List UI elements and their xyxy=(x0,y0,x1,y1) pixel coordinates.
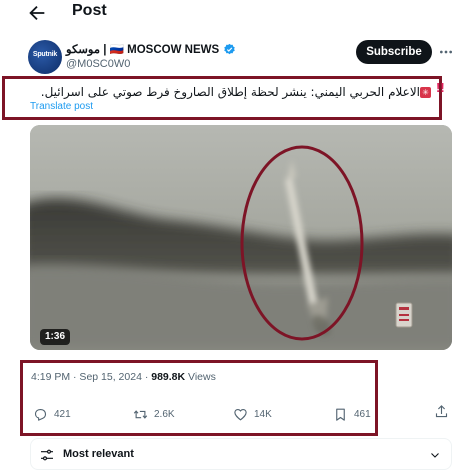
more-options-icon[interactable] xyxy=(438,44,454,60)
bookmark-count: 461 xyxy=(354,409,371,420)
avatar-logo-text: Sputnik xyxy=(32,51,58,58)
page-title: Post xyxy=(72,2,107,19)
video-player[interactable]: 1:36 xyxy=(30,125,452,350)
chevron-down-icon xyxy=(431,453,439,458)
back-arrow-icon[interactable] xyxy=(26,2,48,24)
avatar[interactable]: Sputnik xyxy=(28,40,62,74)
like-count: 14K xyxy=(254,409,272,420)
name-row: موسكو | 🇷🇺 MOSCOW NEWS xyxy=(66,42,236,56)
share-icon[interactable] xyxy=(434,404,449,419)
stats-annotation-box: 4:19 PM · Sep 15, 2024 · 989.8K Views 42… xyxy=(20,360,378,436)
exclamation-marks: !! xyxy=(436,80,445,95)
reply-button[interactable]: 421 xyxy=(33,407,71,422)
reply-icon xyxy=(34,408,47,421)
bookmark-icon xyxy=(336,408,345,421)
reply-count: 421 xyxy=(54,409,71,420)
post-header: Post xyxy=(0,0,470,28)
views-label: Views xyxy=(185,371,216,383)
repost-icon xyxy=(133,410,148,419)
post-meta: 4:19 PM · Sep 15, 2024 · 989.8K Views xyxy=(31,371,216,383)
repost-count: 2.6K xyxy=(154,409,175,420)
post-text-line: ✳الاعلام الحربي اليمني: ينشر لحظة إطلاق … xyxy=(11,85,431,99)
post-text: الاعلام الحربي اليمني: ينشر لحظة إطلاق ا… xyxy=(40,85,420,99)
translate-post-link[interactable]: Translate post xyxy=(30,101,93,112)
display-name[interactable]: موسكو | 🇷🇺 MOSCOW NEWS xyxy=(66,42,219,56)
video-frame xyxy=(30,125,452,350)
post-text-annotation-box: ✳الاعلام الحربي اليمني: ينشر لحظة إطلاق … xyxy=(2,76,442,120)
red-badge-icon: ✳ xyxy=(420,87,431,98)
heart-icon xyxy=(234,408,247,421)
author-row: Sputnik موسكو | 🇷🇺 MOSCOW NEWS @M0SC0W0 … xyxy=(26,38,452,80)
bookmark-button[interactable]: 461 xyxy=(333,407,371,422)
reply-sort-selector[interactable]: Most relevant xyxy=(30,438,452,470)
views-count: 989.8K xyxy=(151,371,186,383)
repost-button[interactable]: 2.6K xyxy=(133,407,175,422)
sort-label: Most relevant xyxy=(63,448,134,460)
post-timestamp[interactable]: 4:19 PM · Sep 15, 2024 · xyxy=(31,371,151,383)
video-duration-badge: 1:36 xyxy=(40,329,71,345)
subscribe-button[interactable]: Subscribe xyxy=(356,40,432,64)
sort-sliders-icon xyxy=(41,449,53,461)
verified-badge-icon xyxy=(224,43,235,54)
like-button[interactable]: 14K xyxy=(233,407,272,422)
author-handle[interactable]: @M0SC0W0 xyxy=(66,58,130,70)
